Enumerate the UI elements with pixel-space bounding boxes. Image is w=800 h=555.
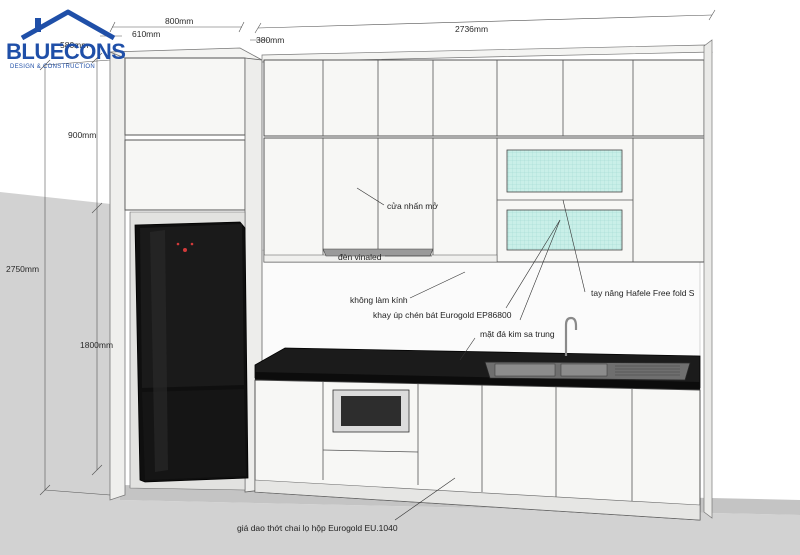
upper-row-top-face xyxy=(261,44,713,63)
dim-lower-height: 1800mm xyxy=(80,340,113,350)
fridge-control-2 xyxy=(190,242,194,246)
dim-total-height: 2750mm xyxy=(6,264,39,274)
fridge-logo xyxy=(183,248,187,252)
kitchen-diagram: 800mm 610mm 380mm 580mm 2736mm 900mm 275… xyxy=(0,0,800,555)
sink-bowl-left xyxy=(494,363,556,377)
upper-cabinet-row-1 xyxy=(263,59,705,137)
dim-counter-length: 2736mm xyxy=(455,24,488,34)
label-dish-rack: khay úp chén bát Eurogold EP86800 xyxy=(373,310,512,320)
logo-chimney xyxy=(35,18,41,32)
logo-tagline: DESIGN & CONSTRUCTION xyxy=(10,64,95,70)
tall-cabinet-front-mid xyxy=(124,139,246,211)
label-no-glass: không làm kính xyxy=(350,295,408,305)
dim-small-offset: 380mm xyxy=(256,35,284,45)
bluecons-logo: BLUECONS DESIGN & CONSTRUCTION xyxy=(6,9,126,70)
glass-panel-top xyxy=(506,149,623,193)
tall-cabinet-side xyxy=(109,51,126,501)
logo-brand: BLUECONS xyxy=(6,39,125,64)
fridge-control xyxy=(176,242,180,246)
dim-fridge-depth: 610mm xyxy=(132,29,160,39)
label-push-door: cửa nhấn mở xyxy=(387,201,438,211)
glass-panel-bottom xyxy=(506,209,623,251)
kitchen-drawing: 800mm 610mm 380mm 580mm 2736mm 900mm 275… xyxy=(0,9,800,555)
upper-cabinet-row-2 xyxy=(263,137,705,263)
label-led: đèn vinaled xyxy=(338,252,382,262)
tall-cabinet-front-top xyxy=(124,57,246,136)
label-countertop: mặt đá kim sa trung xyxy=(480,329,555,339)
right-side-panel xyxy=(703,39,713,519)
dim-fridge-width: 800mm xyxy=(165,16,193,26)
label-pullout: giá dao thớt chai lọ hộp Eurogold EU.104… xyxy=(237,523,398,533)
label-lift-hinge: tay nâng Hafele Free fold S xyxy=(591,288,695,298)
oven-window xyxy=(341,396,401,426)
sink-bowl-right xyxy=(560,363,608,377)
dim-upper-height: 900mm xyxy=(68,130,96,140)
